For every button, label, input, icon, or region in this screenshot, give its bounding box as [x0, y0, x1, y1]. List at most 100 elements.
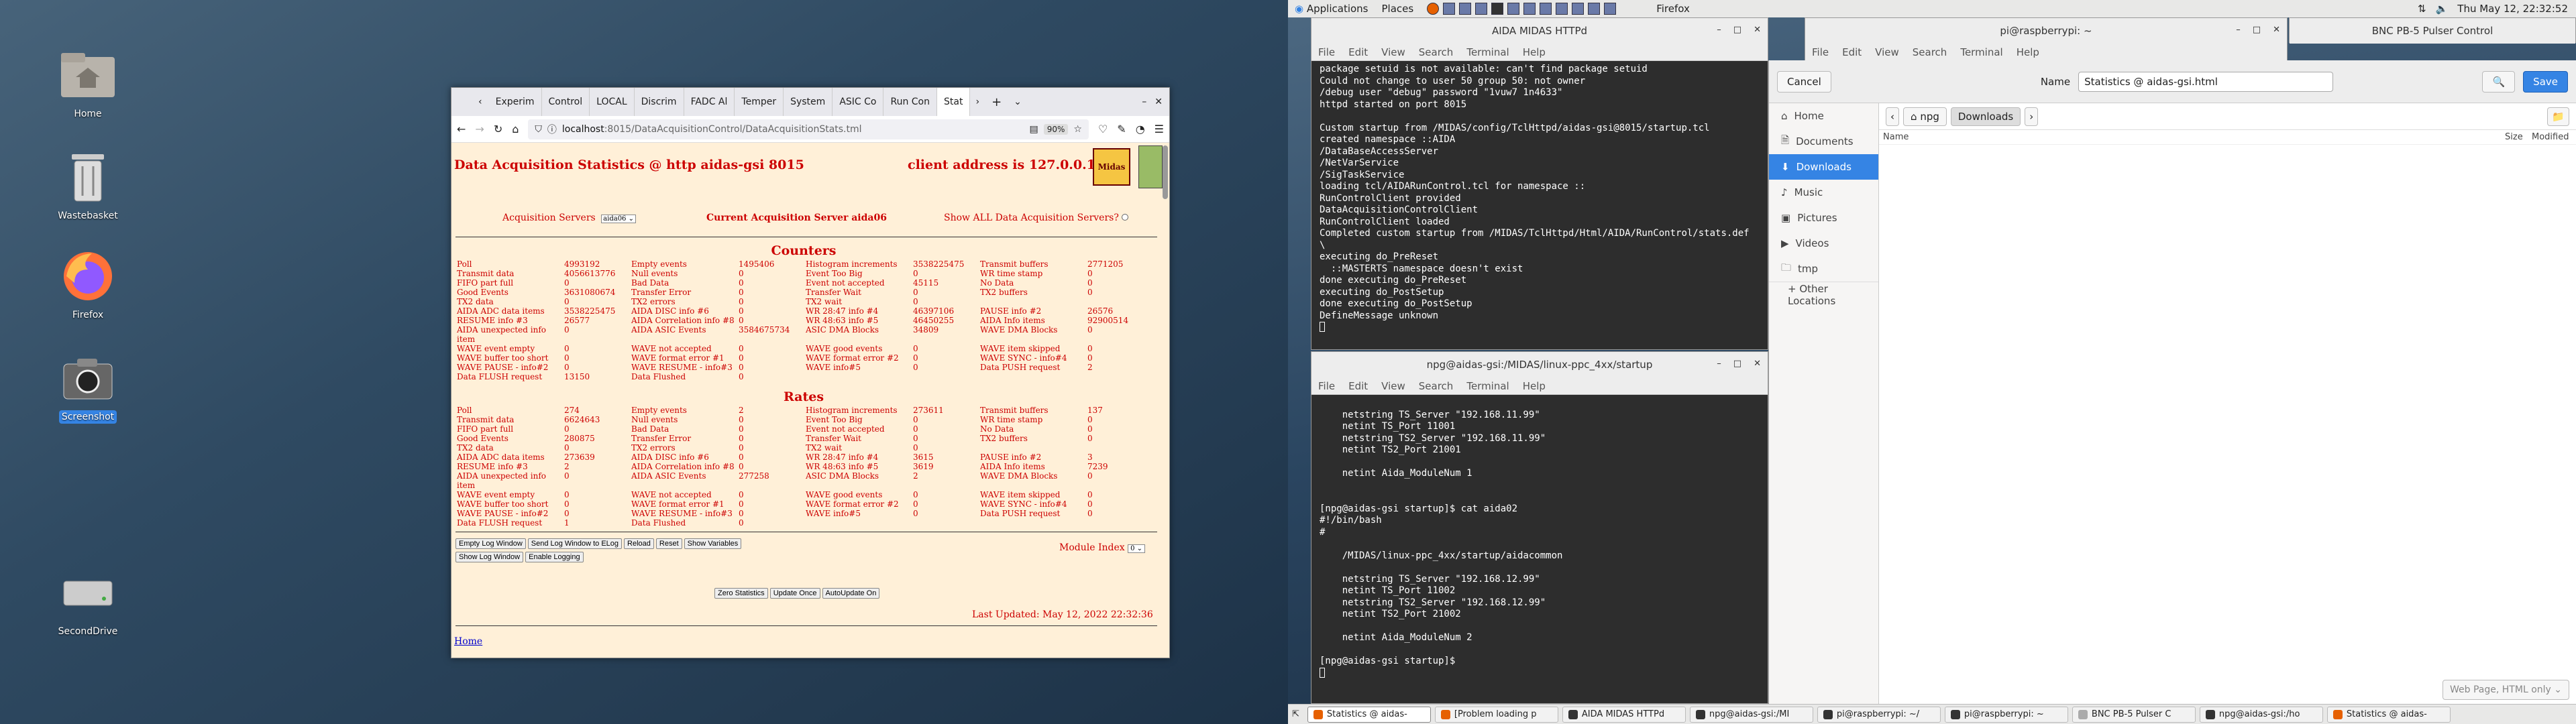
sidebar-item-documents[interactable]: 🗎 Documents — [1769, 129, 1878, 154]
col-modified[interactable]: Modified — [2532, 132, 2576, 142]
search-icon[interactable]: 🔍 — [2482, 70, 2516, 93]
menu-terminal[interactable]: Terminal — [1466, 46, 1509, 58]
file-type-filter[interactable]: Web Page, HTML only ⌄ — [2443, 680, 2569, 700]
account-icon[interactable]: ◔ — [1136, 123, 1145, 135]
minimize-icon[interactable]: – — [1142, 97, 1146, 107]
menu-edit[interactable]: Edit — [1842, 46, 1862, 58]
cancel-button[interactable]: Cancel — [1777, 70, 1831, 93]
menu-search[interactable]: Search — [1419, 380, 1454, 392]
maximize-icon[interactable]: □ — [1733, 359, 1741, 369]
autoupdate-on-button[interactable]: AutoUpdate On — [822, 588, 880, 599]
maximize-icon[interactable]: □ — [2253, 25, 2261, 35]
module-index-select[interactable]: 0 ⌄ — [1128, 544, 1146, 553]
terminal-window-startup[interactable]: npg@aidas-gsi:/MIDAS/linux-ppc_4xx/start… — [1311, 351, 1768, 704]
col-name[interactable]: Name — [1883, 132, 2505, 142]
taskbar-button[interactable]: [Problem loading p — [1434, 706, 1558, 723]
desktop-icon-screenshot[interactable]: Screenshot — [44, 350, 131, 424]
forward-icon[interactable]: → — [475, 123, 484, 135]
tab-8[interactable]: Run Con — [883, 88, 937, 116]
launcher-icon[interactable] — [1523, 3, 1536, 15]
taskbar-button[interactable]: npg@aidas-gsi:/MI — [1689, 706, 1813, 723]
taskbar-button[interactable]: pi@raspberrypi: ~/ — [1817, 706, 1941, 723]
sidebar-item-tmp[interactable]: 🗀 tmp — [1769, 256, 1878, 282]
sidebar-item-downloads[interactable]: ⬇ Downloads — [1769, 154, 1878, 180]
desktop-icon-home[interactable]: Home — [44, 47, 131, 121]
show-log-window-button[interactable]: Show Log Window — [455, 552, 524, 562]
tab-3[interactable]: Discrim — [635, 88, 684, 116]
active-app-name[interactable]: Firefox — [1656, 3, 1690, 15]
tab-2[interactable]: LOCAL — [590, 88, 635, 116]
new-tab-icon[interactable]: + — [991, 95, 1002, 109]
taskbar-button[interactable]: AIDA MIDAS HTTPd — [1562, 706, 1686, 723]
sidebar-item-music[interactable]: ♪ Music — [1769, 180, 1878, 205]
extensions-icon[interactable]: ✎ — [1117, 123, 1126, 135]
menu-help[interactable]: Help — [2017, 46, 2039, 58]
taskbar-button[interactable]: Statistics @ aidas- — [2326, 706, 2451, 723]
menu-edit[interactable]: Edit — [1348, 380, 1368, 392]
terminal-launcher-icon[interactable] — [1491, 3, 1504, 15]
taskbar-button[interactable]: BNC PB-5 Pulser C — [2072, 706, 2196, 723]
desktop-icon-seconddrive[interactable]: SecondDrive — [44, 564, 131, 638]
launcher-icon[interactable] — [1540, 3, 1552, 15]
menu-edit[interactable]: Edit — [1348, 46, 1368, 58]
zoom-level[interactable]: 90% — [1043, 123, 1069, 135]
path-forward-icon[interactable]: › — [2025, 107, 2039, 126]
bookmark-star-icon[interactable]: ☆ — [1073, 124, 1082, 135]
tab-list-icon[interactable]: ⌄ — [1014, 97, 1022, 107]
close-icon[interactable]: ✕ — [1754, 25, 1761, 35]
sidebar-item-home[interactable]: ⌂ Home — [1769, 103, 1878, 129]
sidebar-item-videos[interactable]: ▶ Videos — [1769, 231, 1878, 256]
menu-search[interactable]: Search — [1913, 46, 1947, 58]
close-icon[interactable]: ✕ — [2273, 25, 2280, 35]
url-bar[interactable]: ⛉ ⓘ localhost:8015/DataAcquisitionContro… — [528, 119, 1089, 139]
menu-file[interactable]: File — [1318, 46, 1335, 58]
tab-0[interactable]: Experim — [489, 88, 542, 116]
desktop-icon-wastebasket[interactable]: Wastebasket — [44, 149, 131, 223]
scrollbar-thumb[interactable] — [1163, 145, 1168, 199]
taskbar-button[interactable]: pi@raspberrypi: ~ — [1944, 706, 2068, 723]
sidebar-item-pictures[interactable]: ▣ Pictures — [1769, 205, 1878, 231]
taskbar-button[interactable]: Statistics @ aidas- — [1307, 706, 1431, 723]
terminal-output[interactable]: netstring TS_Server "192.168.11.99" neti… — [1311, 395, 1768, 703]
reset-button[interactable]: Reset — [655, 538, 682, 549]
home-icon[interactable]: ⌂ — [512, 123, 519, 135]
menu-file[interactable]: File — [1318, 380, 1335, 392]
show-desktop-icon[interactable]: ⇱ — [1292, 709, 1299, 719]
launcher-icon[interactable] — [1443, 3, 1456, 15]
home-link[interactable]: Home — [454, 636, 482, 647]
terminal-output[interactable]: package setuid is not available: can't f… — [1311, 61, 1768, 349]
col-size[interactable]: Size — [2505, 132, 2532, 142]
tab-scroll-left-icon[interactable]: ‹ — [478, 97, 482, 107]
launcher-icon[interactable] — [1572, 3, 1585, 15]
tab-scroll-right-icon[interactable]: › — [975, 97, 979, 107]
send-log-window-to-elog-button[interactable]: Send Log Window to ELog — [527, 538, 623, 549]
reload-button[interactable]: Reload — [624, 538, 654, 549]
terminal-window-pi[interactable]: pi@raspberrypi: ~ – □ ✕ File Edit View Search… — [1805, 17, 2288, 61]
sidebar-item-other-locations[interactable]: + Other Locations — [1769, 282, 1878, 307]
maximize-icon[interactable]: □ — [1733, 25, 1741, 35]
menu-view[interactable]: View — [1381, 380, 1405, 392]
tab-1[interactable]: Control — [542, 88, 590, 116]
reload-icon[interactable]: ↻ — [494, 123, 502, 135]
network-icon[interactable]: ⇅ — [2418, 3, 2426, 15]
acq-servers-select[interactable]: aida06 ⌄ — [601, 215, 636, 223]
show-all-radio[interactable] — [1122, 214, 1129, 221]
menu-view[interactable]: View — [1875, 46, 1899, 58]
launcher-icon[interactable] — [1507, 3, 1520, 15]
menu-terminal[interactable]: Terminal — [1466, 380, 1509, 392]
menu-search[interactable]: Search — [1419, 46, 1454, 58]
show-variables-button[interactable]: Show Variables — [684, 538, 742, 549]
volume-icon[interactable]: 🔈 — [2436, 3, 2449, 15]
path-back-icon[interactable]: ‹ — [1886, 107, 1899, 126]
tab-7[interactable]: ASIC Co — [833, 88, 884, 116]
launcher-icon[interactable] — [1604, 3, 1617, 15]
save-button[interactable]: Save — [2523, 70, 2568, 93]
menu-icon[interactable]: ☰ — [1155, 123, 1164, 135]
desktop-icon-firefox[interactable]: Firefox — [44, 248, 131, 322]
empty-log-window-button[interactable]: Empty Log Window — [455, 538, 526, 549]
update-once-button[interactable]: Update Once — [769, 588, 820, 599]
places-menu[interactable]: Places — [1382, 3, 1414, 15]
zero-statistics-button[interactable]: Zero Statistics — [714, 588, 768, 599]
menu-terminal[interactable]: Terminal — [1960, 46, 2002, 58]
reader-icon[interactable]: ▤ — [1029, 124, 1038, 135]
